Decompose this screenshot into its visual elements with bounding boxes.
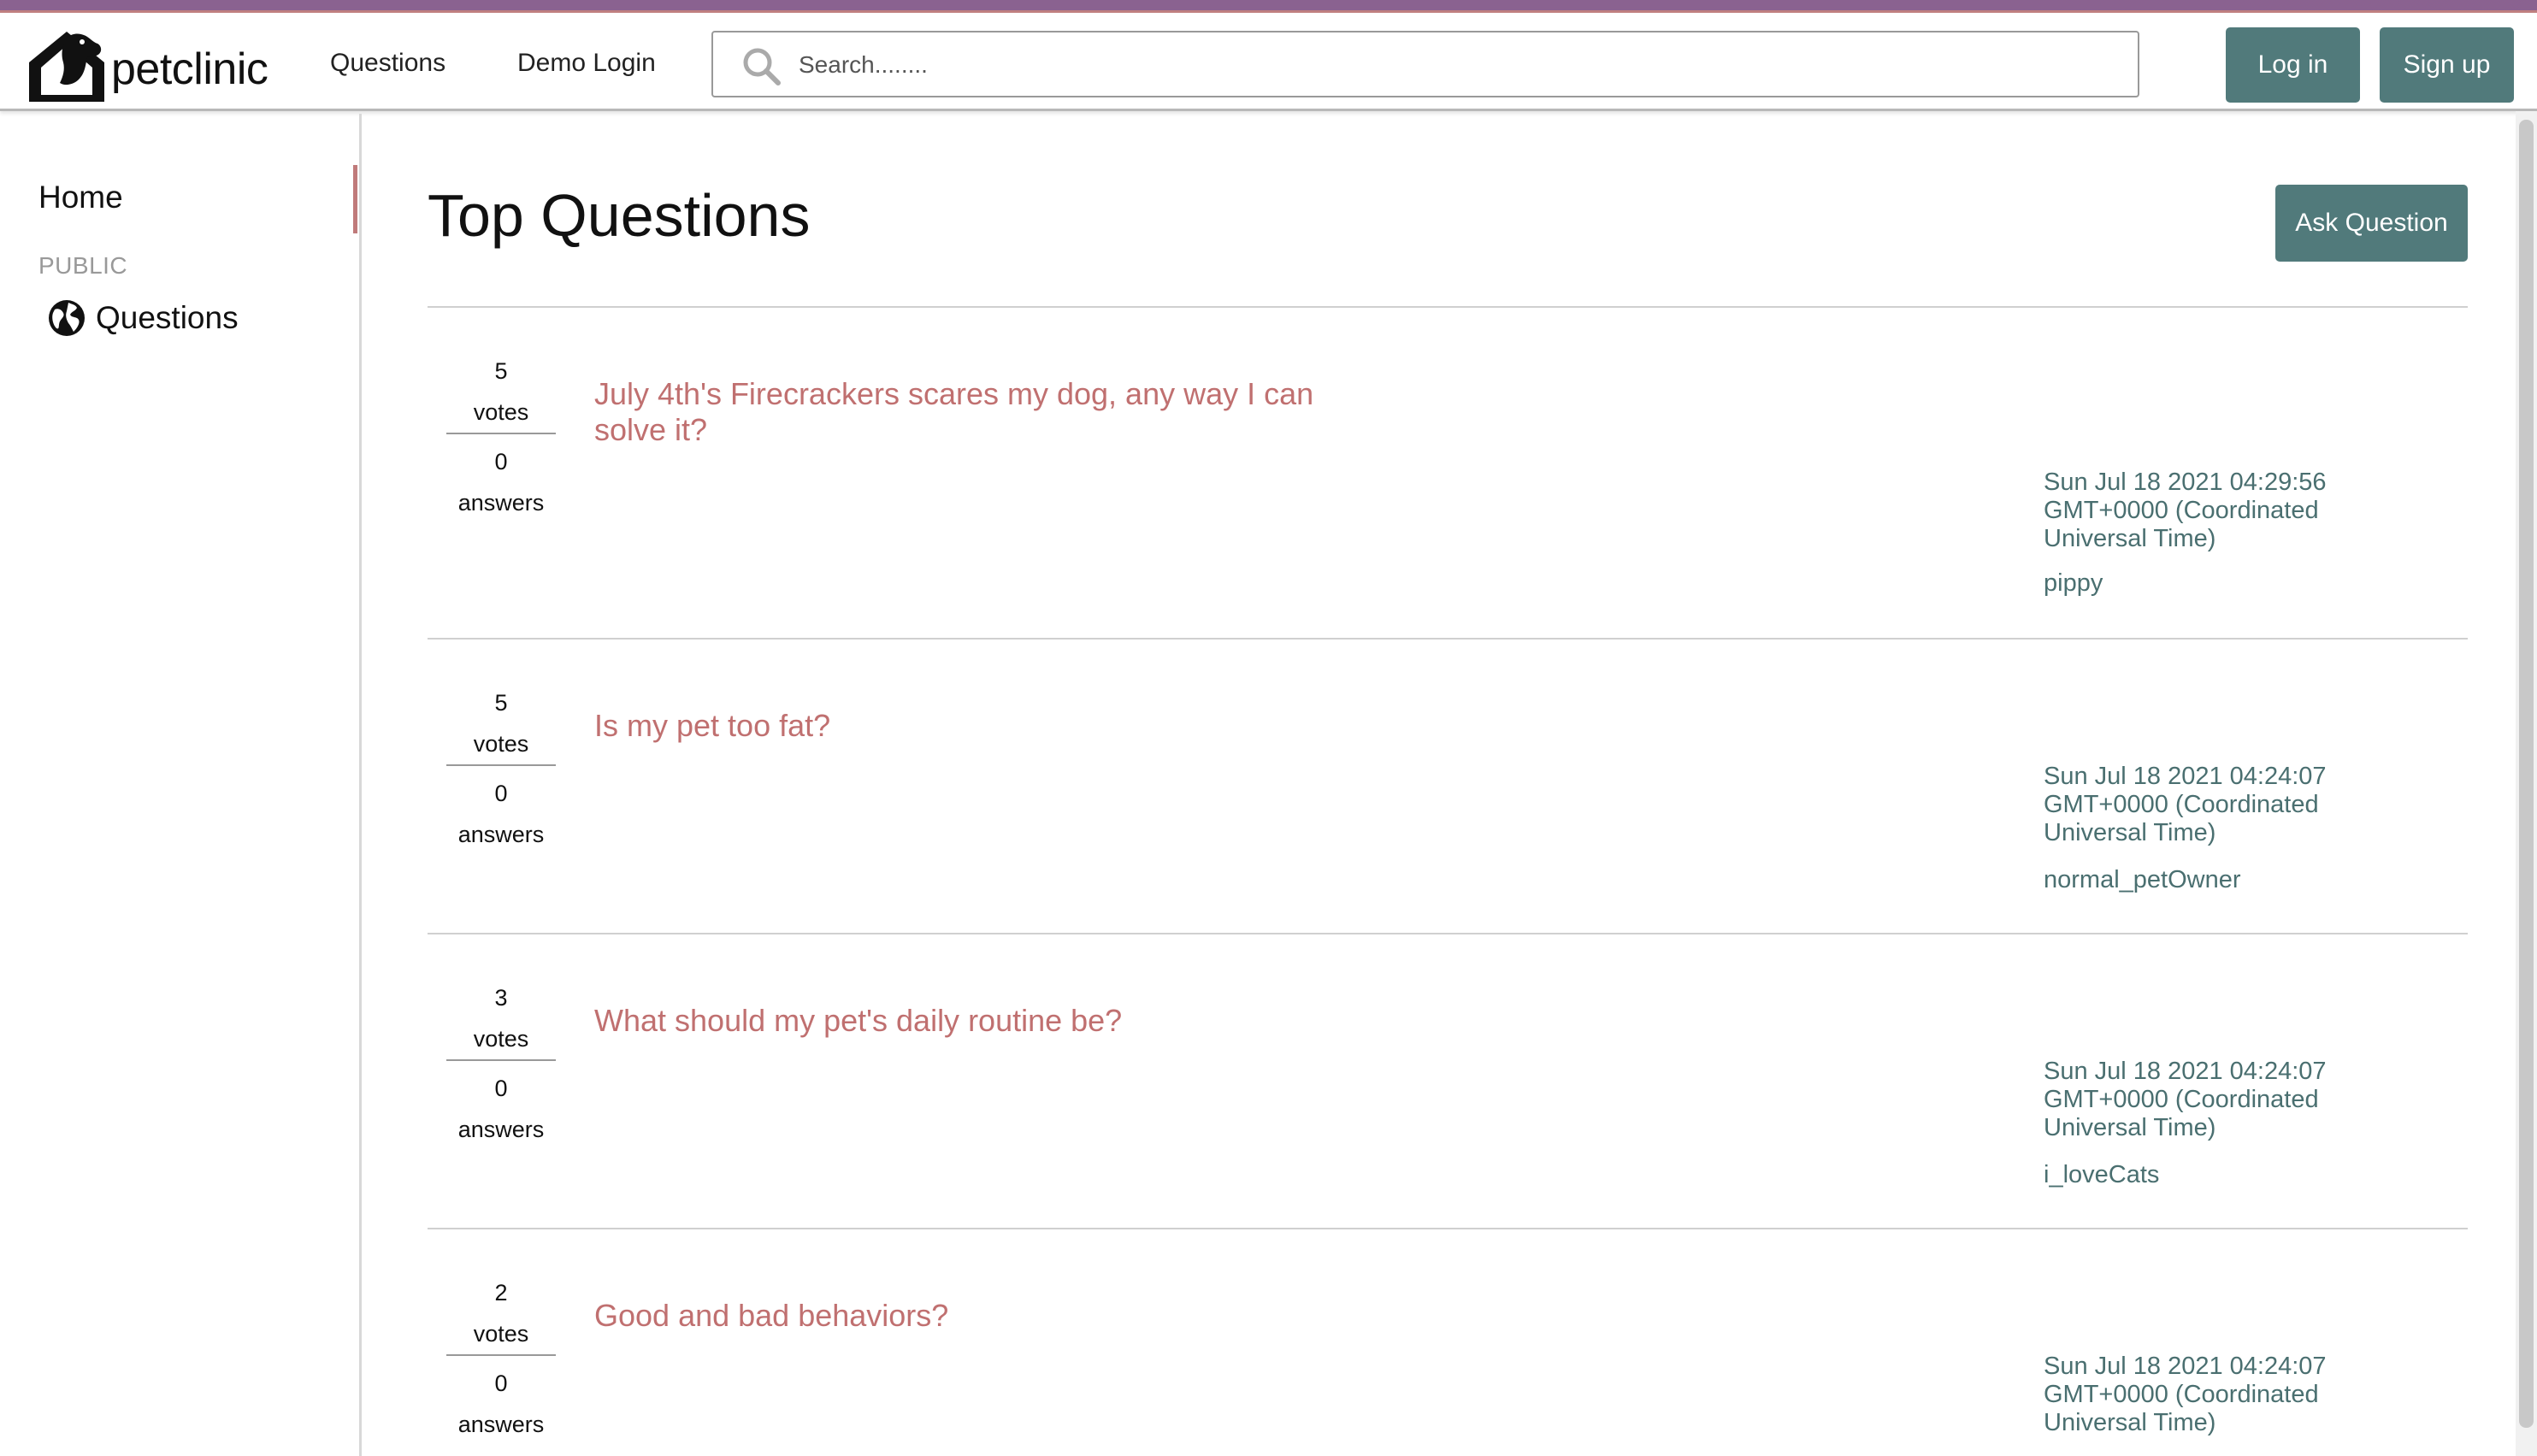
scrollbar-thumb[interactable] — [2519, 120, 2534, 1428]
vote-count: 2 — [494, 1280, 508, 1306]
globe-icon — [49, 300, 85, 336]
question-author[interactable]: i_loveCats — [2044, 1161, 2159, 1189]
question-author[interactable]: normal_petOwner — [2044, 866, 2241, 894]
top-accent-stripe — [0, 0, 2537, 13]
nav-questions-link[interactable]: Questions — [330, 49, 445, 78]
votes-label: votes — [473, 731, 529, 757]
search-icon — [743, 48, 781, 85]
dog-house-logo-icon — [29, 32, 104, 102]
question-stats: 5 votes 0 answers — [446, 682, 556, 855]
answers-label: answers — [457, 490, 545, 516]
vote-count: 5 — [494, 690, 508, 716]
sidebar-item-label: Questions — [96, 300, 239, 335]
votes-label: votes — [473, 399, 529, 425]
login-button[interactable]: Log in — [2226, 27, 2360, 103]
question-title-link[interactable]: Is my pet too fat? — [594, 708, 1347, 744]
question-row: 2 votes 0 answers Good and bad behaviors… — [428, 1229, 2468, 1456]
question-row: 3 votes 0 answers What should my pet's d… — [428, 934, 2468, 1229]
stats-divider — [446, 764, 556, 766]
question-title-link[interactable]: Good and bad behaviors? — [594, 1298, 1347, 1334]
question-author[interactable]: pippy — [2044, 569, 2103, 598]
logo[interactable]: petclinic — [26, 20, 282, 105]
question-date: Sun Jul 18 2021 04:24:07 GMT+0000 (Coord… — [2044, 1058, 2327, 1141]
stats-divider — [446, 433, 556, 434]
question-row: 5 votes 0 answers July 4th's Firecracker… — [428, 308, 2468, 640]
question-date: Sun Jul 18 2021 04:24:07 GMT+0000 (Coord… — [2044, 763, 2327, 846]
answers-label: answers — [457, 1117, 545, 1142]
page-title: Top Questions — [428, 182, 811, 249]
answers-label: answers — [457, 1412, 545, 1437]
votes-label: votes — [473, 1321, 529, 1347]
nav-demo-login-link[interactable]: Demo Login — [517, 49, 656, 78]
top-navbar: petclinic Questions Demo Login Log in Si… — [0, 13, 2537, 111]
ask-question-button[interactable]: Ask Question — [2275, 185, 2468, 262]
signup-button[interactable]: Sign up — [2380, 27, 2514, 103]
question-date: Sun Jul 18 2021 04:29:56 GMT+0000 (Coord… — [2044, 469, 2327, 552]
answer-count: 0 — [494, 1076, 508, 1101]
answer-count: 0 — [494, 449, 508, 475]
question-title-link[interactable]: July 4th's Firecrackers scares my dog, a… — [594, 376, 1347, 448]
stats-divider — [446, 1354, 556, 1356]
votes-label: votes — [473, 1026, 529, 1052]
search-input[interactable] — [799, 41, 2115, 89]
search-bar — [711, 31, 2139, 97]
active-indicator — [353, 165, 357, 233]
answer-count: 0 — [494, 1371, 508, 1396]
sidebar: Home PUBLIC Questions — [0, 114, 362, 1456]
question-stats: 2 votes 0 answers — [446, 1272, 556, 1445]
sidebar-item-questions[interactable]: Questions — [46, 298, 239, 339]
sidebar-item-home[interactable]: Home — [38, 180, 123, 215]
logo-text: petclinic — [111, 44, 268, 94]
question-title-link[interactable]: What should my pet's daily routine be? — [594, 1003, 1347, 1039]
question-row: 5 votes 0 answers Is my pet too fat? Sun… — [428, 640, 2468, 934]
question-stats: 3 votes 0 answers — [446, 977, 556, 1150]
vote-count: 5 — [494, 358, 508, 384]
sidebar-section-public: PUBLIC — [38, 252, 128, 279]
vote-count: 3 — [494, 985, 508, 1011]
answer-count: 0 — [494, 781, 508, 806]
stats-divider — [446, 1059, 556, 1061]
answers-label: answers — [457, 822, 545, 847]
question-date: Sun Jul 18 2021 04:24:07 GMT+0000 (Coord… — [2044, 1353, 2327, 1436]
question-stats: 5 votes 0 answers — [446, 351, 556, 523]
